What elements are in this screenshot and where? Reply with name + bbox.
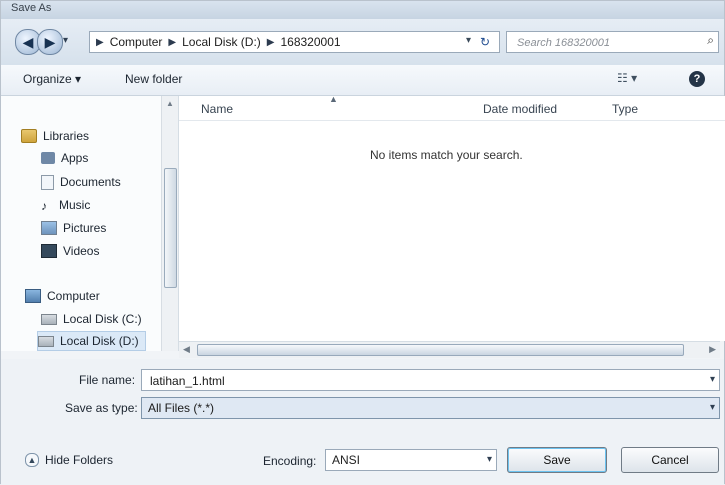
new-folder-button[interactable]: New folder (125, 72, 182, 86)
nav-item-label: Local Disk (C:) (63, 312, 142, 326)
cancel-button[interactable]: Cancel (621, 447, 719, 473)
nav-item-label: Pictures (63, 221, 107, 235)
nav-item-videos[interactable]: Videos (41, 241, 99, 261)
search-box[interactable]: ⌕ (506, 31, 719, 53)
file-name-input[interactable] (148, 371, 692, 391)
apps-icon (41, 152, 55, 164)
search-input[interactable] (515, 33, 699, 53)
disk-icon (38, 335, 54, 347)
organize-button[interactable]: Organize ▾ (23, 72, 81, 86)
encoding-value: ANSI (332, 453, 361, 467)
nav-item-label: Local Disk (D:) (60, 334, 139, 348)
libraries-icon (21, 129, 37, 143)
videos-icon (41, 244, 57, 258)
nav-item-label: Music (59, 198, 91, 212)
disk-icon (41, 313, 57, 325)
nav-item-libraries[interactable]: Libraries (21, 126, 89, 146)
scroll-up-arrow-icon[interactable]: ▲ (166, 99, 174, 108)
recent-pages-dropdown-icon[interactable]: ▾ (63, 35, 68, 46)
file-name-label: File name: (79, 373, 136, 387)
help-icon[interactable]: ? (689, 71, 705, 87)
nav-item-local-disk-d[interactable]: Local Disk (D:) (37, 331, 146, 351)
breadcrumb-crumbs: Computer ▶ Local Disk (D:) ▶ 168320001 (110, 35, 341, 49)
scroll-left-arrow-icon[interactable]: ◀ (183, 344, 190, 355)
nav-item-label: Libraries (43, 129, 90, 143)
hide-folders-button[interactable]: ▲ Hide Folders (25, 453, 113, 467)
back-arrow-icon: ◀ (22, 33, 34, 50)
scroll-right-arrow-icon[interactable]: ▶ (709, 344, 716, 355)
refresh-icon[interactable]: ↻ (475, 33, 495, 51)
save-as-type-value: All Files (*.*) (148, 401, 215, 415)
address-bar: ◀ ▶ ▾ ▶ Computer ▶ Local Disk (D:) ▶ 1683200… (1, 19, 724, 66)
save-as-dialog: Save As ◀ ▶ ▾ ▶ Computer ▶ Local Disk (D:)… (0, 0, 725, 485)
encoding-dropdown-icon[interactable]: ▾ (487, 454, 492, 465)
change-view-icon[interactable]: ☷ ▾ (617, 71, 637, 85)
empty-results-message: No items match your search. (370, 148, 523, 162)
breadcrumb-chevron-icon[interactable]: ▶ (168, 37, 176, 48)
save-as-type-label: Save as type: (65, 401, 138, 415)
column-header-type[interactable]: Type (612, 102, 638, 116)
breadcrumb-root-chevron-icon[interactable]: ▶ (96, 37, 104, 48)
column-headers: ▲ Name Date modified Type (179, 94, 725, 121)
column-header-name[interactable]: Name (201, 102, 233, 116)
save-options-panel: File name: ▾ Save as type: All Files (*.… (1, 359, 724, 485)
breadcrumb-chevron-icon[interactable]: ▶ (267, 37, 275, 48)
computer-icon (25, 289, 41, 303)
breadcrumb-item[interactable]: Computer (110, 35, 163, 49)
music-icon: ♪ (41, 199, 47, 213)
search-icon[interactable]: ⌕ (707, 33, 714, 48)
save-button[interactable]: Save (507, 447, 607, 473)
nav-item-label: Apps (61, 151, 89, 165)
hide-folders-label: Hide Folders (45, 453, 114, 467)
file-name-field[interactable]: ▾ (141, 369, 720, 391)
breadcrumb[interactable]: ▶ Computer ▶ Local Disk (D:) ▶ 168320001 ▾ ↻ (89, 31, 500, 53)
encoding-select[interactable]: ANSI ▾ (325, 449, 497, 471)
pictures-icon (41, 221, 57, 235)
nav-item-computer[interactable]: Computer (25, 286, 100, 306)
navigation-scrollbar[interactable]: ▲ (161, 96, 178, 351)
navigation-buttons: ◀ ▶ ▾ (15, 29, 93, 55)
breadcrumb-item[interactable]: Local Disk (D:) (182, 35, 261, 49)
window-title: Save As (11, 2, 52, 14)
nav-item-local-disk-c[interactable]: Local Disk (C:) (41, 309, 142, 329)
nav-item-music[interactable]: ♪ Music (41, 195, 90, 215)
nav-item-label: Videos (63, 244, 100, 258)
nav-item-documents[interactable]: Documents (41, 172, 121, 192)
forward-button[interactable]: ▶ (37, 29, 63, 55)
nav-item-label: Computer (47, 289, 100, 303)
forward-arrow-icon: ▶ (44, 33, 56, 50)
nav-item-pictures[interactable]: Pictures (41, 218, 106, 238)
collapse-icon: ▲ (25, 453, 39, 467)
save-as-type-select[interactable]: All Files (*.*) ▾ (141, 397, 720, 419)
sort-indicator-icon: ▲ (329, 94, 338, 104)
breadcrumb-item[interactable]: 168320001 (280, 35, 340, 49)
nav-item-apps[interactable]: Apps (41, 148, 88, 168)
horizontal-scrollbar[interactable]: ◀ ▶ (179, 341, 720, 358)
encoding-label: Encoding: (263, 454, 317, 468)
navigation-pane: Libraries Apps Documents ♪ Music Picture… (1, 96, 179, 351)
title-bar: Save As (1, 1, 724, 19)
save-as-type-dropdown-icon[interactable]: ▾ (710, 402, 715, 413)
horizontal-scrollbar-thumb[interactable] (197, 344, 684, 356)
nav-item-label: Documents (60, 175, 121, 189)
column-header-date-modified[interactable]: Date modified (483, 102, 557, 116)
command-toolbar: Organize ▾ New folder ☷ ▾ ? (1, 65, 724, 96)
scrollbar-thumb[interactable] (164, 168, 177, 288)
file-list: ▲ Name Date modified Type No items match… (179, 94, 725, 341)
file-name-dropdown-icon[interactable]: ▾ (710, 374, 715, 385)
address-dropdown-icon[interactable]: ▾ (466, 35, 471, 46)
documents-icon (41, 174, 54, 190)
